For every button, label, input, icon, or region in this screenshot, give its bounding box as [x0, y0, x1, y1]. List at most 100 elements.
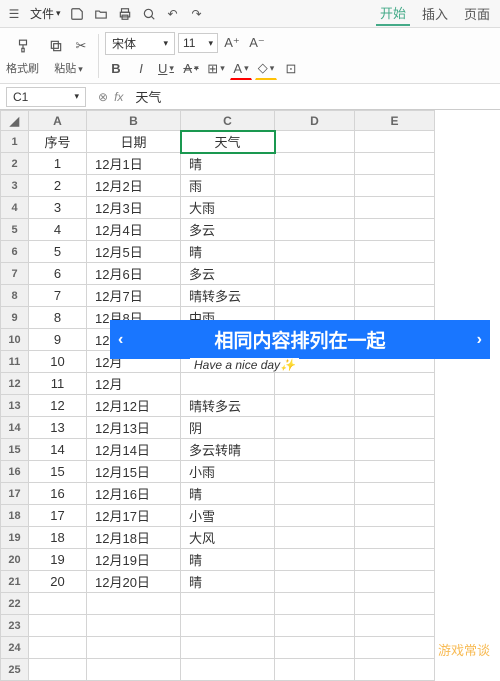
cell[interactable]: [275, 373, 355, 395]
cell[interactable]: 18: [29, 527, 87, 549]
copy-icon[interactable]: [45, 35, 67, 57]
cell[interactable]: 13: [29, 417, 87, 439]
row-header[interactable]: 7: [1, 263, 29, 285]
cell[interactable]: 12月6日: [87, 263, 181, 285]
col-header-b[interactable]: B: [87, 111, 181, 131]
border-icon[interactable]: ⊞▾: [205, 58, 227, 80]
row-header[interactable]: 19: [1, 527, 29, 549]
select-all[interactable]: ◢: [1, 111, 29, 131]
bold-icon[interactable]: B: [105, 58, 127, 80]
row-header[interactable]: 18: [1, 505, 29, 527]
cell[interactable]: 大风: [181, 527, 275, 549]
tab-insert[interactable]: 插入: [418, 2, 452, 25]
cell[interactable]: 晴: [181, 241, 275, 263]
cell[interactable]: [87, 659, 181, 681]
cell[interactable]: 7: [29, 285, 87, 307]
row-header[interactable]: 24: [1, 637, 29, 659]
cell[interactable]: 小雨: [181, 461, 275, 483]
font-select[interactable]: 宋体▾: [105, 32, 175, 55]
cell[interactable]: 雨: [181, 175, 275, 197]
row-header[interactable]: 16: [1, 461, 29, 483]
formula-input[interactable]: 天气: [129, 87, 500, 106]
format-painter-icon[interactable]: [12, 35, 34, 57]
row-header[interactable]: 14: [1, 417, 29, 439]
cell[interactable]: [275, 285, 355, 307]
row-header[interactable]: 21: [1, 571, 29, 593]
row-header[interactable]: 13: [1, 395, 29, 417]
italic-icon[interactable]: I: [130, 58, 152, 80]
cell[interactable]: 晴转多云: [181, 285, 275, 307]
cell[interactable]: 12月: [87, 373, 181, 395]
cell[interactable]: 日期: [87, 131, 181, 153]
cell[interactable]: [181, 615, 275, 637]
cell[interactable]: 多云转晴: [181, 439, 275, 461]
preview-icon[interactable]: [141, 6, 157, 22]
paste-label[interactable]: 粘贴▾: [54, 60, 83, 76]
cell[interactable]: [355, 549, 435, 571]
cell[interactable]: 晴: [181, 153, 275, 175]
fx-icon[interactable]: fx: [114, 90, 123, 104]
fill-color-icon[interactable]: ◇▾: [255, 58, 277, 80]
cell[interactable]: [355, 241, 435, 263]
cell-reference[interactable]: C1▾: [6, 87, 86, 107]
size-select[interactable]: 11▾: [178, 33, 218, 53]
cell[interactable]: [355, 615, 435, 637]
cell[interactable]: [181, 637, 275, 659]
cell[interactable]: 2: [29, 175, 87, 197]
cell[interactable]: [355, 593, 435, 615]
cell[interactable]: 10: [29, 351, 87, 373]
cell[interactable]: 12月15日: [87, 461, 181, 483]
row-header[interactable]: 2: [1, 153, 29, 175]
cell[interactable]: 12月18日: [87, 527, 181, 549]
cell[interactable]: 6: [29, 263, 87, 285]
menu-icon[interactable]: ☰: [6, 6, 22, 22]
cell[interactable]: 12月13日: [87, 417, 181, 439]
cell[interactable]: [275, 219, 355, 241]
row-header[interactable]: 9: [1, 307, 29, 329]
cell[interactable]: 12月4日: [87, 219, 181, 241]
cell[interactable]: [275, 549, 355, 571]
row-header[interactable]: 23: [1, 615, 29, 637]
cell[interactable]: [355, 461, 435, 483]
row-header[interactable]: 25: [1, 659, 29, 681]
underline-icon[interactable]: U▾: [155, 58, 177, 80]
cell[interactable]: 晴: [181, 483, 275, 505]
cell[interactable]: 多云: [181, 219, 275, 241]
cell[interactable]: [275, 615, 355, 637]
cell[interactable]: [355, 637, 435, 659]
cell[interactable]: [29, 593, 87, 615]
cell[interactable]: 4: [29, 219, 87, 241]
row-header[interactable]: 15: [1, 439, 29, 461]
cell[interactable]: [181, 659, 275, 681]
cell[interactable]: [181, 373, 275, 395]
tab-page[interactable]: 页面: [460, 2, 494, 25]
cell[interactable]: 晴: [181, 571, 275, 593]
row-header[interactable]: 8: [1, 285, 29, 307]
cell[interactable]: [275, 505, 355, 527]
cell[interactable]: [275, 241, 355, 263]
cell[interactable]: [355, 373, 435, 395]
row-header[interactable]: 4: [1, 197, 29, 219]
cell[interactable]: [87, 593, 181, 615]
cell[interactable]: 5: [29, 241, 87, 263]
cell[interactable]: [275, 417, 355, 439]
cell[interactable]: 11: [29, 373, 87, 395]
cell[interactable]: 12月19日: [87, 549, 181, 571]
cell[interactable]: 小雪: [181, 505, 275, 527]
row-header[interactable]: 12: [1, 373, 29, 395]
cell[interactable]: [275, 527, 355, 549]
cell[interactable]: 12月1日: [87, 153, 181, 175]
cell[interactable]: [355, 483, 435, 505]
cell[interactable]: 12: [29, 395, 87, 417]
cell[interactable]: [355, 263, 435, 285]
cell[interactable]: [87, 615, 181, 637]
cell[interactable]: [275, 263, 355, 285]
tab-start[interactable]: 开始: [376, 1, 410, 26]
cell[interactable]: [355, 505, 435, 527]
cell[interactable]: [355, 131, 435, 153]
undo-icon[interactable]: ↶: [165, 6, 181, 22]
redo-icon[interactable]: ↷: [189, 6, 205, 22]
cell[interactable]: [275, 439, 355, 461]
row-header[interactable]: 1: [1, 131, 29, 153]
cell[interactable]: 17: [29, 505, 87, 527]
